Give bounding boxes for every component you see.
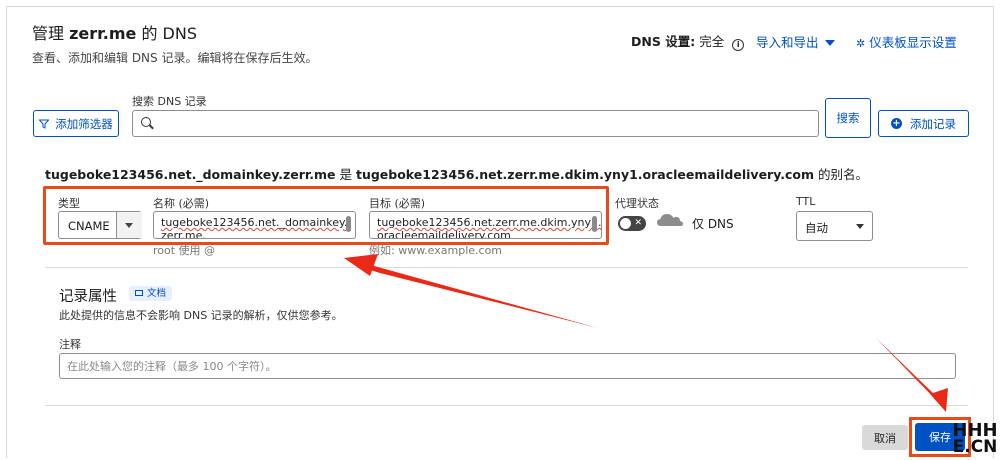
add-record-button[interactable]: + 添加记录 bbox=[878, 110, 969, 137]
chevron-down-icon bbox=[856, 224, 864, 229]
watermark: HHH E.CN bbox=[950, 422, 1000, 456]
proxy-toggle[interactable]: ✕ bbox=[618, 216, 646, 231]
search-input[interactable] bbox=[157, 111, 812, 136]
chevron-down-icon bbox=[824, 40, 835, 46]
close-icon: ✕ bbox=[634, 218, 642, 228]
search-box bbox=[132, 110, 819, 137]
section-divider bbox=[45, 267, 968, 268]
record-attributes-title: 记录属性 bbox=[59, 289, 117, 305]
book-icon bbox=[135, 290, 143, 296]
alias-target: tugeboke123456.net.zerr.me.dkim.yny1.ora… bbox=[355, 167, 814, 182]
record-attributes-description: 此处提供的信息不会影响 DNS 记录的解析，仅供您参考。 bbox=[59, 309, 343, 322]
alias-source: tugeboke123456.net._domainkey.zerr.me bbox=[45, 167, 336, 182]
watermark-line-2: E.CN bbox=[952, 437, 998, 457]
note-input[interactable] bbox=[59, 353, 956, 379]
add-filter-button[interactable]: 添加筛选器 bbox=[33, 110, 119, 137]
alias-suffix: 的别名。 bbox=[813, 167, 868, 182]
gear-icon: ✲ bbox=[856, 37, 866, 50]
search-button-label: 搜索 bbox=[836, 111, 860, 125]
dashboard-settings-label: 仪表板显示设置 bbox=[869, 35, 957, 50]
search-icon bbox=[141, 117, 151, 127]
ttl-label: TTL bbox=[796, 195, 816, 208]
dns-setting-value: 完全 bbox=[699, 34, 725, 49]
toggle-knob bbox=[620, 218, 631, 229]
annotation-highlight-box bbox=[43, 186, 609, 245]
alias-sentence: tugeboke123456.net._domainkey.zerr.me 是 … bbox=[45, 164, 868, 183]
import-export-label: 导入和导出 bbox=[756, 35, 819, 50]
filter-icon bbox=[39, 119, 50, 129]
search-button[interactable]: 搜索 bbox=[825, 98, 871, 138]
cloud-icon bbox=[657, 214, 683, 226]
dashboard-settings-link[interactable]: ✲ 仪表板显示设置 bbox=[856, 32, 957, 51]
footer-divider bbox=[45, 405, 968, 406]
ttl-value: 自动 bbox=[805, 221, 828, 235]
proxy-status-label: 代理状态 bbox=[615, 197, 659, 210]
ttl-select[interactable]: 自动 bbox=[796, 211, 873, 241]
dns-setting-label: DNS 设置: bbox=[631, 34, 696, 49]
page-title: 管理 zerr.me 的 DNS bbox=[32, 24, 197, 43]
docs-badge[interactable]: 文档 bbox=[129, 286, 173, 301]
cancel-button[interactable]: 取消 bbox=[862, 425, 908, 450]
add-record-label: 添加记录 bbox=[910, 116, 956, 131]
docs-badge-label: 文档 bbox=[147, 288, 167, 299]
proxy-status-value: 仅 DNS bbox=[692, 217, 734, 231]
note-label: 注释 bbox=[59, 338, 81, 351]
search-label: 搜索 DNS 记录 bbox=[132, 95, 207, 108]
info-icon[interactable]: i bbox=[732, 39, 745, 51]
page-subtitle: 查看、添加和编辑 DNS 记录。编辑将在保存后生效。 bbox=[32, 51, 318, 65]
alias-connector: 是 bbox=[335, 167, 356, 182]
add-filter-label: 添加筛选器 bbox=[55, 116, 113, 131]
dns-setting-status: DNS 设置: 完全 i bbox=[631, 31, 745, 51]
import-export-menu[interactable]: 导入和导出 bbox=[756, 32, 835, 51]
plus-circle-icon: + bbox=[891, 118, 902, 129]
